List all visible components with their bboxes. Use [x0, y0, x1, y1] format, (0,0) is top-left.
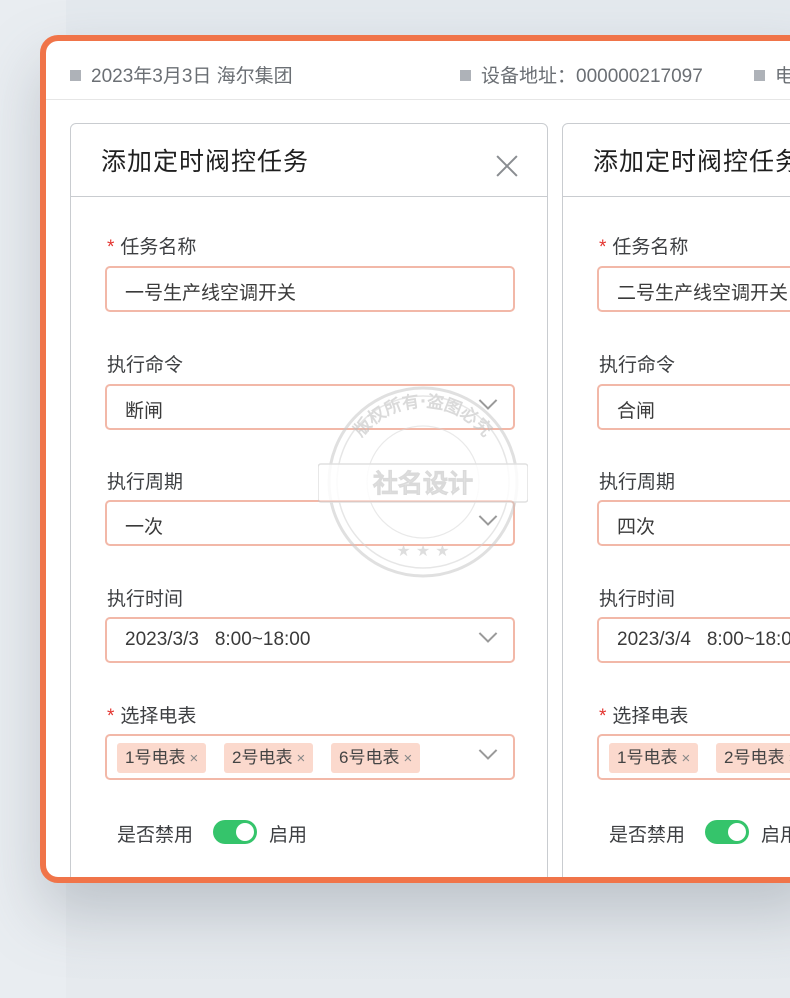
- remove-tag-icon[interactable]: ×: [296, 750, 305, 767]
- dialog-header: 添加定时阀控任务: [71, 124, 547, 197]
- chevron-down-icon: [479, 748, 497, 760]
- cycle-label: 执行周期: [107, 472, 184, 493]
- meter-tag[interactable]: 1号电表 ×: [609, 743, 699, 773]
- time-label: 执行时间: [599, 589, 676, 610]
- dialog-title: 添加定时阀控任务: [593, 148, 790, 176]
- toggle-knob: [728, 823, 746, 841]
- time-label: 执行时间: [107, 589, 184, 610]
- task-name-label: * 任务名称: [107, 237, 197, 258]
- close-icon[interactable]: [495, 154, 519, 178]
- info-bar: 2023年3月3日 海尔集团 设备地址：000000217097 电: [46, 41, 790, 100]
- cycle-select[interactable]: 一次: [105, 500, 515, 546]
- enable-toggle[interactable]: [213, 820, 257, 844]
- command-select[interactable]: 合闸: [597, 384, 790, 430]
- meter-tag[interactable]: 2号电表×: [224, 743, 314, 773]
- remove-tag-icon[interactable]: ×: [189, 750, 198, 767]
- device-address-value: 000000217097: [576, 66, 703, 87]
- square-bullet-icon: [460, 70, 471, 81]
- toggle-state-label: 启用: [269, 825, 308, 846]
- meter-multiselect[interactable]: 1号电表× 2号电表×: [597, 734, 790, 780]
- device-address-info: 设备地址：000000217097: [460, 61, 703, 88]
- task-name-input[interactable]: 一号生产线空调开关: [105, 266, 515, 312]
- command-label: 执行命令: [599, 355, 676, 376]
- command-label: 执行命令: [107, 355, 184, 376]
- meter-tag[interactable]: 1号电表 ×: [117, 743, 207, 773]
- task-name-input[interactable]: 二号生产线空调开关: [597, 266, 790, 312]
- time-select[interactable]: 2023/3/4 8:00~18:00: [597, 617, 790, 663]
- add-timer-task-dialog: 添加定时阀控任务 * 任务名称 一号生产线空调开关 执行命令 断闸 执行周期 一次…: [70, 123, 548, 877]
- screen-frame: 2023年3月3日 海尔集团 设备地址：000000217097 电 添加定时阀…: [40, 35, 790, 883]
- cycle-label: 执行周期: [599, 472, 676, 493]
- toggle-state-label: 启用: [761, 825, 790, 846]
- chevron-down-icon: [479, 398, 497, 410]
- square-bullet-icon: [754, 70, 765, 81]
- task-name-label: * 任务名称: [599, 237, 689, 258]
- command-select[interactable]: 断闸: [105, 384, 515, 430]
- chevron-down-icon: [479, 631, 497, 643]
- meter-tag[interactable]: 6号电表 ×: [331, 743, 421, 773]
- time-select[interactable]: 2023/3/3 8:00~18:00: [105, 617, 515, 663]
- enable-toggle[interactable]: [705, 820, 749, 844]
- meter-multiselect[interactable]: 1号电表 × 2号电表 × 6号电表 ×: [105, 734, 515, 780]
- dialog-header: 添加定时阀控任务: [563, 124, 790, 197]
- meter-info: 电: [754, 61, 790, 88]
- date-company-info: 2023年3月3日 海尔集团: [70, 61, 293, 88]
- cycle-select[interactable]: 四次: [597, 500, 790, 546]
- square-bullet-icon: [70, 70, 81, 81]
- disable-label: 是否禁用: [609, 825, 686, 846]
- toggle-knob: [236, 823, 254, 841]
- add-timer-task-dialog: 添加定时阀控任务 * 任务名称 二号生产线空调开关 执行命令 合闸 执行周期 四次…: [562, 123, 790, 877]
- meter-label: * 选择电表: [107, 706, 197, 727]
- meter-label: * 选择电表: [599, 706, 689, 727]
- meter-tag[interactable]: 2号电表×: [716, 743, 790, 773]
- dialog-title: 添加定时阀控任务: [101, 148, 310, 176]
- remove-tag-icon[interactable]: ×: [681, 750, 690, 767]
- remove-tag-icon[interactable]: ×: [403, 750, 412, 767]
- disable-label: 是否禁用: [117, 825, 194, 846]
- chevron-down-icon: [479, 514, 497, 526]
